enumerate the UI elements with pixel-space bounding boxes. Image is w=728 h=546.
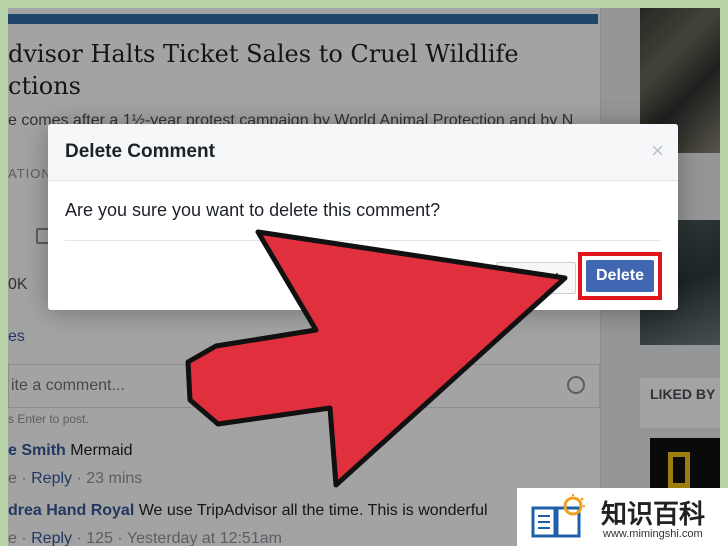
watermark: 知识百科 www.mimingshi.com xyxy=(517,488,728,546)
watermark-brand: 知识百科 xyxy=(601,500,706,530)
watermark-url: www.mimingshi.com xyxy=(603,528,703,540)
book-lightbulb-icon xyxy=(531,494,585,538)
pointer-arrow-icon xyxy=(185,229,568,488)
